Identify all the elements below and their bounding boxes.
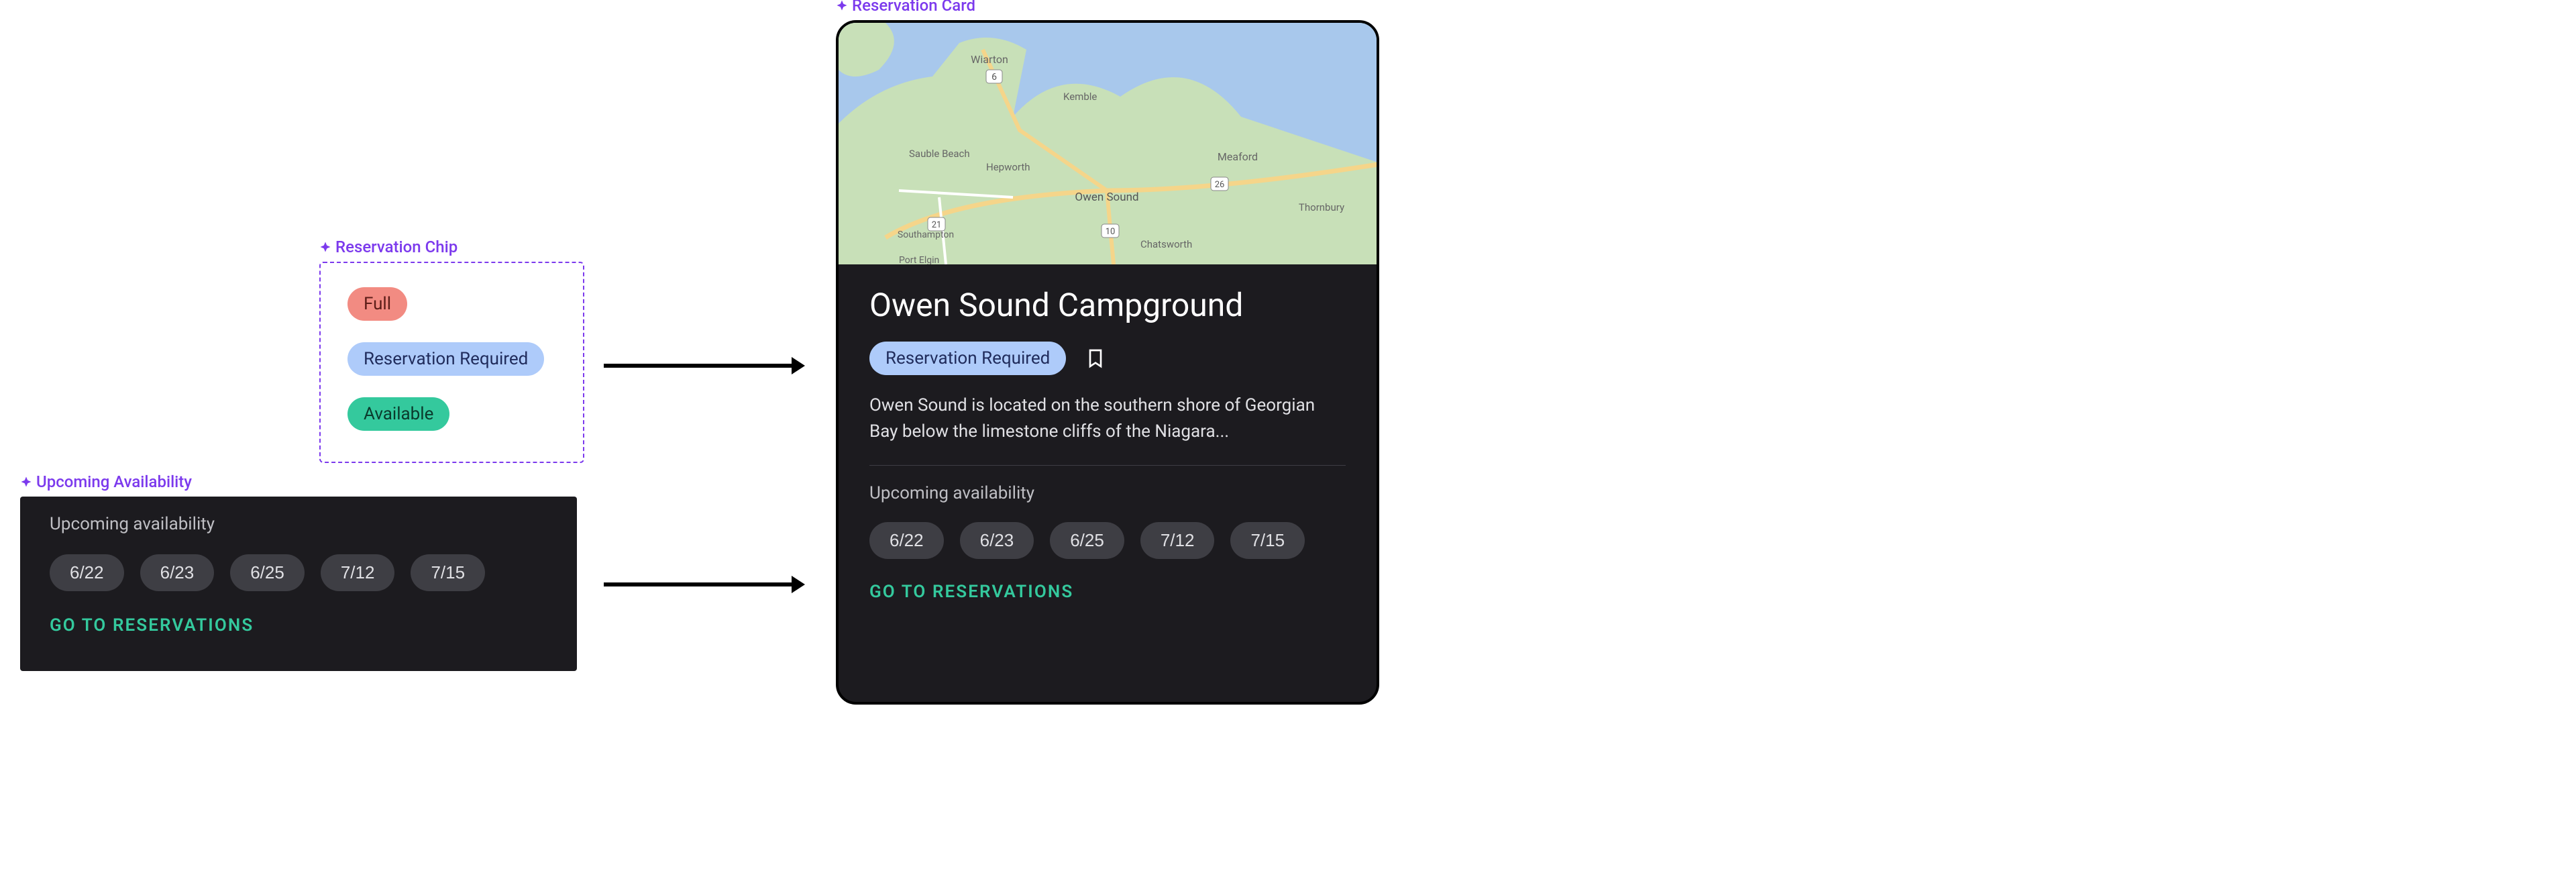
upcoming-availability-label-text: Upcoming Availability <box>36 472 192 491</box>
diamond-icon <box>20 476 32 488</box>
reservation-chip-label: Reservation Chip <box>319 238 458 256</box>
chip-reservation-required-label: Reservation Required <box>364 349 528 369</box>
reservation-card-label-text: Reservation Card <box>852 0 975 15</box>
svg-text:Sauble Beach: Sauble Beach <box>909 148 970 160</box>
chip-available[interactable]: Available <box>347 397 449 431</box>
svg-text:26: 26 <box>1215 180 1225 190</box>
upcoming-availability-panel: Upcoming availability 6/22 6/23 6/25 7/1… <box>20 497 577 671</box>
reservation-chip-panel: Full Reservation Required Available <box>319 262 584 463</box>
svg-text:Port Elgin: Port Elgin <box>899 255 939 264</box>
date-chip[interactable]: 7/12 <box>321 554 395 591</box>
date-chip[interactable]: 6/23 <box>960 522 1034 559</box>
date-chip[interactable]: 6/23 <box>140 554 215 591</box>
svg-text:Kemble: Kemble <box>1063 91 1097 103</box>
reservation-card: 6 10 26 21 Wiarton Kemble Sauble Beach <box>836 20 1379 705</box>
map-svg: 6 10 26 21 Wiarton Kemble Sauble Beach <box>839 23 1377 264</box>
go-to-reservations-link[interactable]: Go to Reservations <box>869 582 1346 602</box>
date-chip[interactable]: 6/22 <box>50 554 124 591</box>
map-preview[interactable]: 6 10 26 21 Wiarton Kemble Sauble Beach <box>839 23 1377 264</box>
svg-text:Owen Sound: Owen Sound <box>1075 191 1138 204</box>
svg-text:10: 10 <box>1106 227 1116 237</box>
diamond-icon <box>836 0 848 11</box>
card-availability-section: Upcoming availability 6/22 6/23 6/25 7/1… <box>869 483 1346 602</box>
card-body: Owen Sound Campground Reservation Requir… <box>839 264 1377 702</box>
svg-text:Thornbury: Thornbury <box>1299 201 1344 213</box>
svg-text:Southampton: Southampton <box>898 229 954 240</box>
svg-text:Wiarton: Wiarton <box>971 53 1008 66</box>
status-chip[interactable]: Reservation Required <box>869 342 1066 375</box>
card-meta-row: Reservation Required <box>869 342 1346 375</box>
date-chip[interactable]: 6/25 <box>230 554 305 591</box>
svg-text:Hepworth: Hepworth <box>986 161 1030 173</box>
date-chip[interactable]: 7/15 <box>1230 522 1305 559</box>
date-chip[interactable]: 7/15 <box>411 554 485 591</box>
chip-full[interactable]: Full <box>347 287 407 321</box>
svg-text:Meaford: Meaford <box>1218 150 1258 163</box>
reservation-chip-label-text: Reservation Chip <box>335 238 458 256</box>
svg-text:Chatsworth: Chatsworth <box>1140 238 1192 250</box>
divider <box>869 465 1346 466</box>
chip-reservation-required[interactable]: Reservation Required <box>347 342 544 376</box>
date-chip[interactable]: 6/22 <box>869 522 944 559</box>
bookmark-button[interactable] <box>1085 348 1106 369</box>
arrow-icon <box>604 349 805 382</box>
card-availability-dates-row: 6/22 6/23 6/25 7/12 7/15 <box>869 522 1346 559</box>
status-chip-label: Reservation Required <box>885 348 1050 368</box>
arrow-icon <box>604 568 805 601</box>
svg-text:21: 21 <box>932 220 942 230</box>
go-to-reservations-link[interactable]: Go to Reservations <box>50 615 547 635</box>
card-availability-title: Upcoming availability <box>869 483 1346 503</box>
card-description: Owen Sound is located on the southern sh… <box>869 393 1346 445</box>
bookmark-icon <box>1085 348 1106 369</box>
reservation-card-label: Reservation Card <box>836 0 975 15</box>
card-title: Owen Sound Campground <box>869 286 1346 324</box>
svg-text:6: 6 <box>991 72 997 83</box>
availability-title: Upcoming availability <box>50 514 547 534</box>
chip-available-label: Available <box>364 404 433 424</box>
date-chip[interactable]: 7/12 <box>1140 522 1215 559</box>
date-chip[interactable]: 6/25 <box>1050 522 1124 559</box>
availability-dates-row: 6/22 6/23 6/25 7/12 7/15 <box>50 554 547 591</box>
chip-full-label: Full <box>364 294 391 314</box>
upcoming-availability-label: Upcoming Availability <box>20 472 192 491</box>
diamond-icon <box>319 241 331 253</box>
